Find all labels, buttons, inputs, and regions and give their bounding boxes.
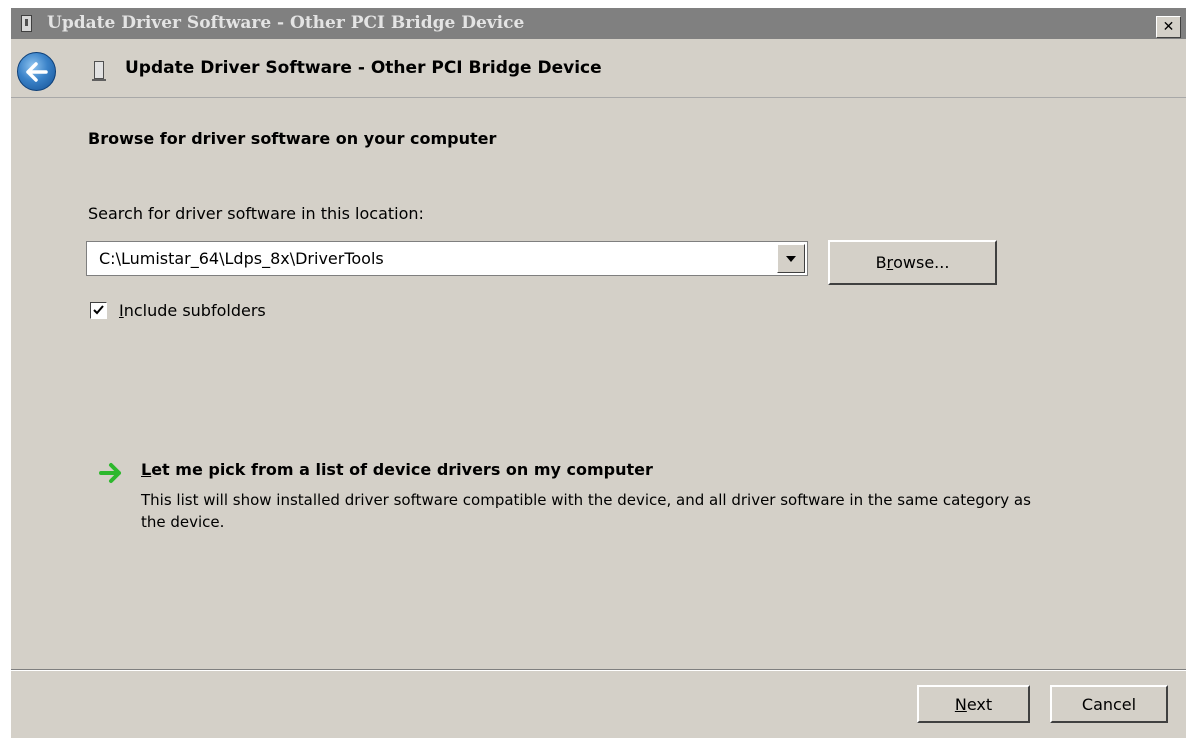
back-button[interactable] bbox=[17, 52, 56, 91]
wizard-title: Update Driver Software - Other PCI Bridg… bbox=[125, 58, 602, 78]
search-location-label: Search for driver software in this locat… bbox=[88, 204, 424, 223]
include-subfolders-option[interactable]: Include subfolders bbox=[90, 300, 266, 320]
footer-divider bbox=[11, 669, 1186, 671]
location-input[interactable] bbox=[87, 242, 775, 275]
next-accel: N bbox=[954, 694, 967, 714]
pick-title-accel: L bbox=[141, 460, 152, 479]
cancel-button[interactable]: Cancel bbox=[1050, 685, 1168, 723]
pick-from-list-description: This list will show installed driver sof… bbox=[141, 491, 1031, 531]
chevron-down-icon bbox=[786, 255, 796, 262]
back-arrow-icon bbox=[25, 61, 48, 82]
window-title: Update Driver Software - Other PCI Bridg… bbox=[47, 13, 525, 33]
next-button[interactable]: Next bbox=[917, 685, 1030, 723]
checkmark-icon bbox=[93, 305, 104, 315]
include-subfolders-checkbox[interactable] bbox=[90, 301, 107, 319]
device-icon bbox=[21, 15, 32, 32]
browse-button[interactable]: Br owse... bbox=[828, 240, 997, 285]
browse-label-post: owse... bbox=[893, 253, 950, 272]
title-bar[interactable]: Update Driver Software - Other PCI Bridg… bbox=[11, 8, 1186, 39]
browse-label-accel: r bbox=[886, 253, 894, 272]
page-heading: Browse for driver software on your compu… bbox=[88, 129, 497, 148]
next-label: ext bbox=[966, 694, 993, 714]
green-arrow-icon bbox=[99, 463, 121, 483]
pick-from-list-link[interactable]: Let me pick from a list of device driver… bbox=[141, 460, 653, 479]
wizard-header: Update Driver Software - Other PCI Bridg… bbox=[11, 39, 1186, 98]
dropdown-button[interactable] bbox=[777, 244, 805, 273]
include-subfolders-label: Include subfolders bbox=[119, 301, 266, 320]
close-button[interactable]: ✕ bbox=[1156, 16, 1181, 38]
device-icon bbox=[92, 61, 106, 81]
include-subfolders-text: nclude subfolders bbox=[123, 300, 266, 320]
update-driver-dialog: Update Driver Software - Other PCI Bridg… bbox=[11, 8, 1186, 738]
close-icon: ✕ bbox=[1162, 19, 1175, 35]
browse-label-pre: B bbox=[875, 253, 887, 272]
location-combobox[interactable] bbox=[86, 241, 808, 276]
pick-title-text: et me pick from a list of device drivers… bbox=[151, 460, 653, 479]
